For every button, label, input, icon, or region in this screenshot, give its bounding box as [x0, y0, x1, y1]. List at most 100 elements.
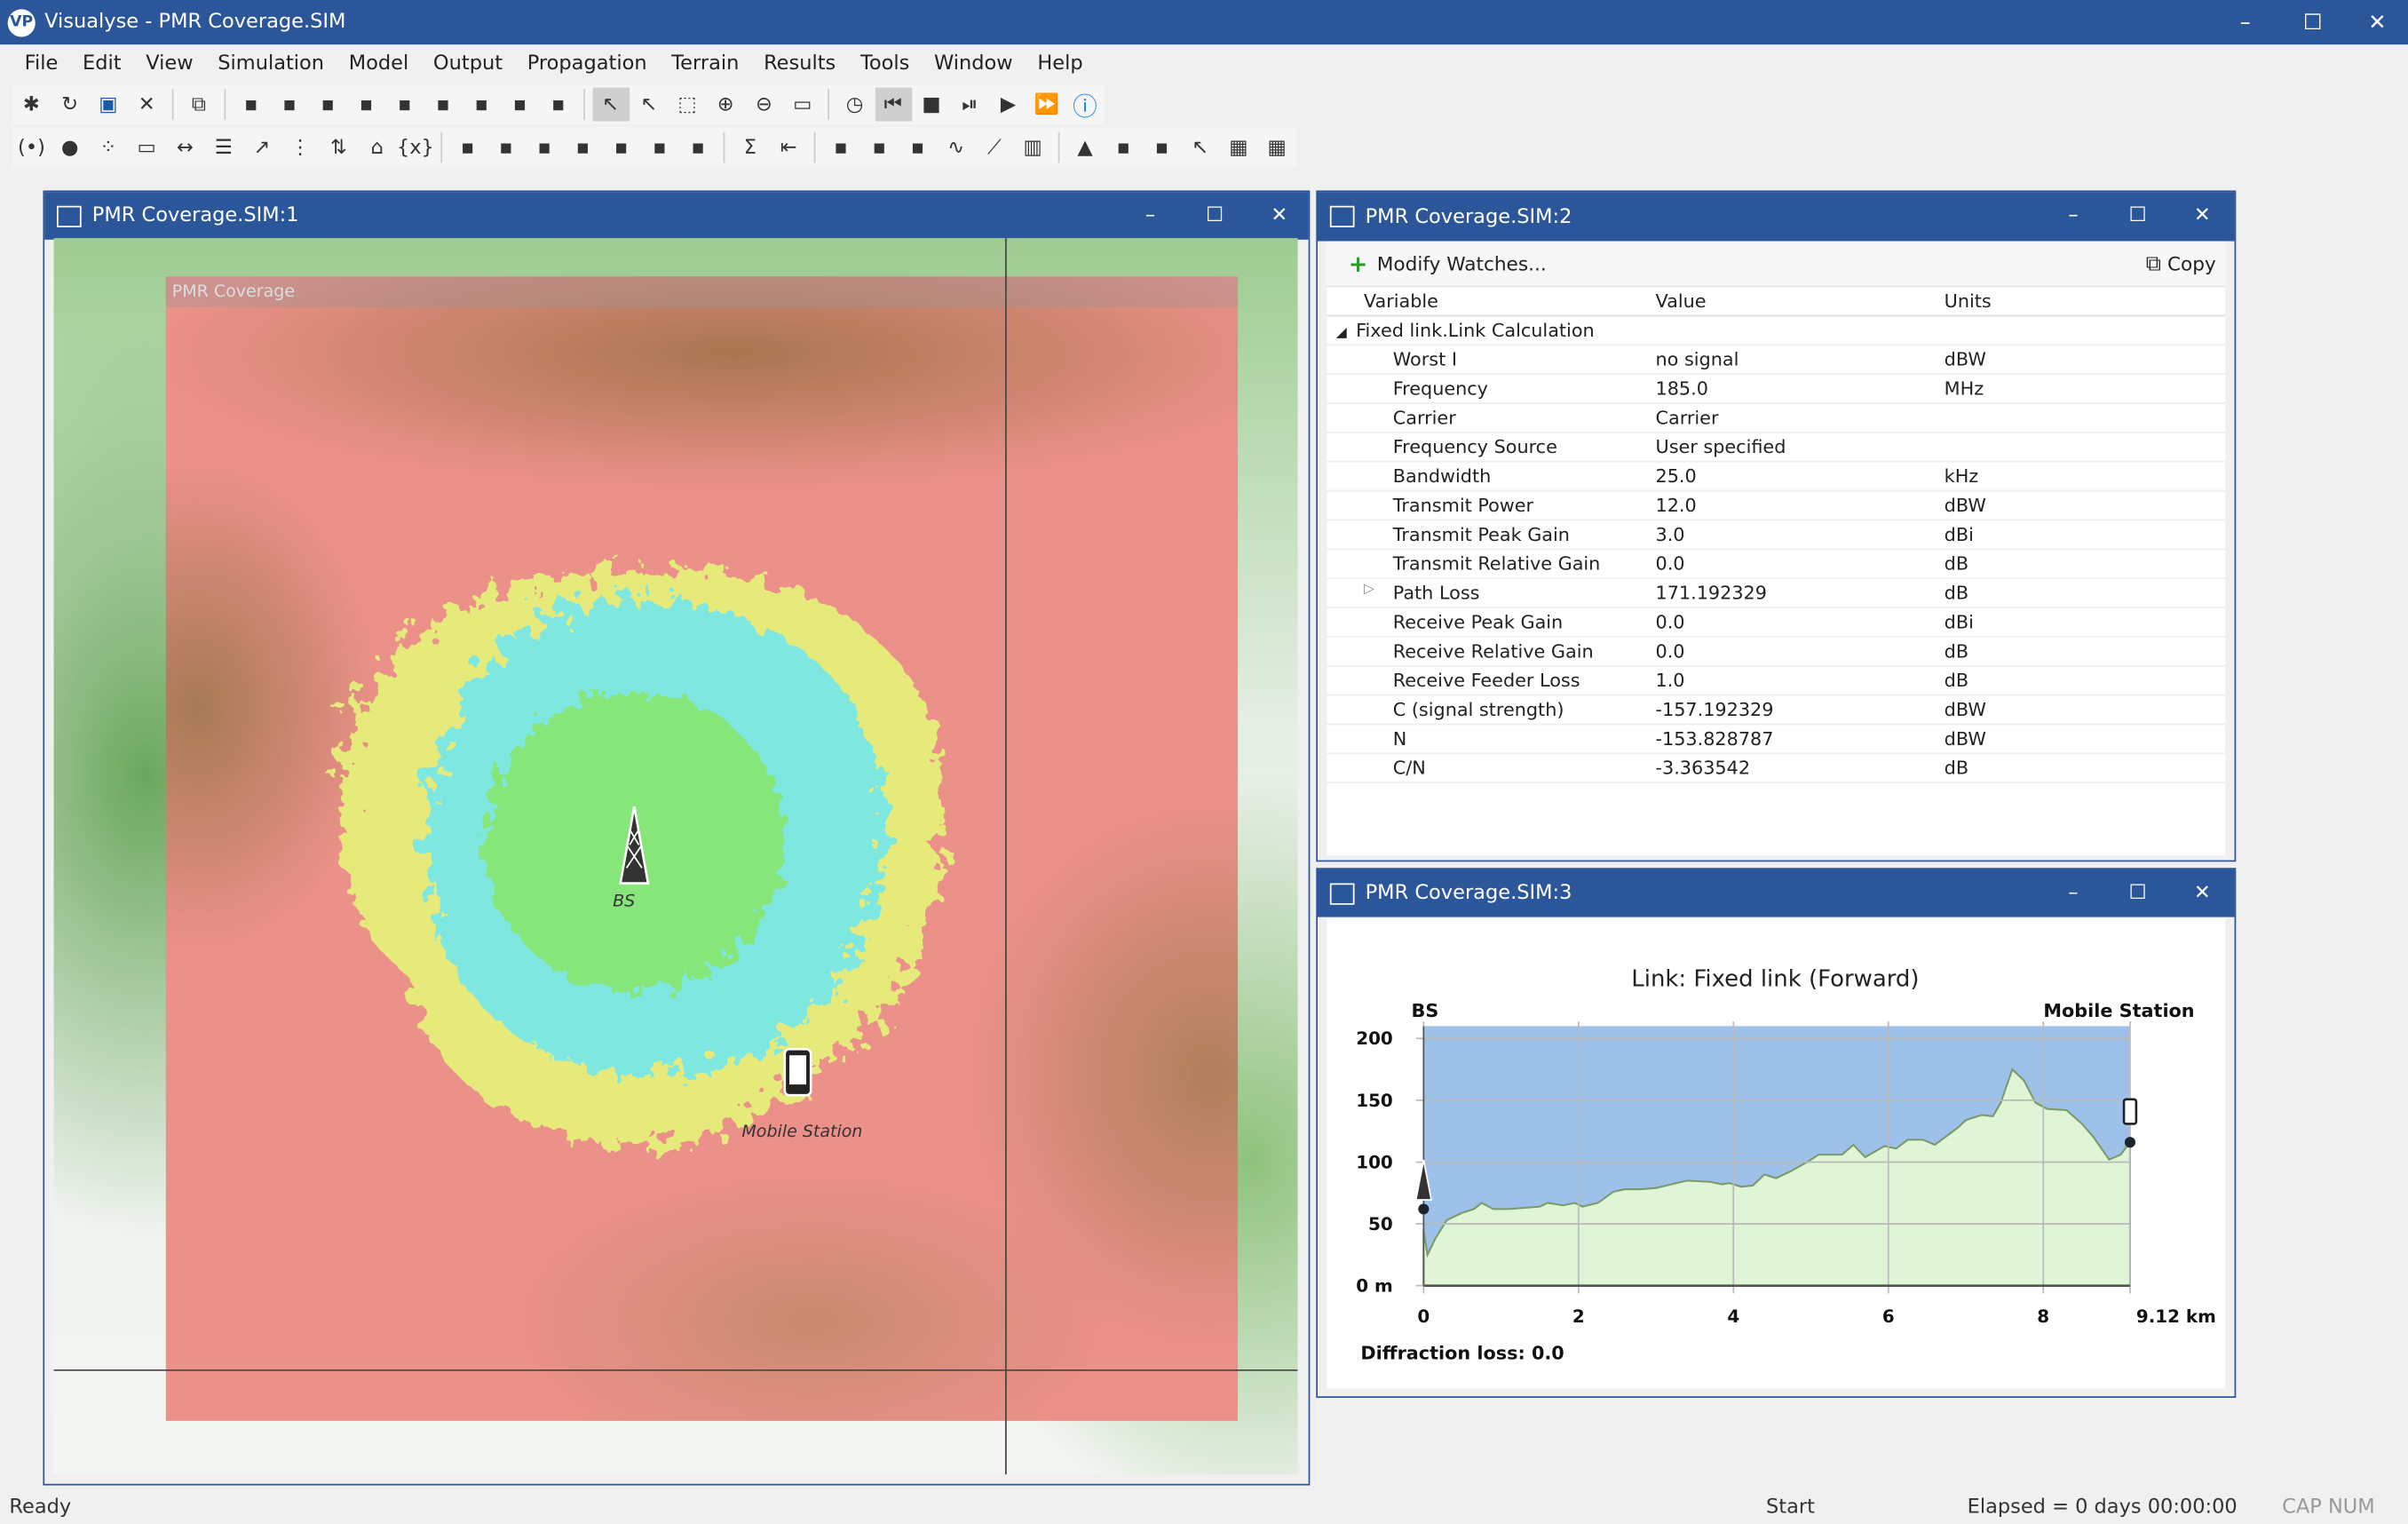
link-icon[interactable]: ↔: [167, 131, 204, 164]
terminal-icon[interactable]: ▪: [565, 131, 602, 164]
link-tree-icon[interactable]: ▪: [348, 88, 385, 122]
menu-terrain[interactable]: Terrain: [659, 52, 751, 75]
table-row[interactable]: Receive Relative Gain 0.0 dB: [1327, 638, 2226, 667]
table-row[interactable]: Worst I no signal dBW: [1327, 345, 2226, 376]
table-row[interactable]: Transmit Peak Gain 3.0 dBi: [1327, 520, 2226, 551]
menu-propagation[interactable]: Propagation: [515, 52, 660, 75]
stop-icon[interactable]: ■: [913, 88, 950, 122]
save-icon[interactable]: ▣: [90, 88, 127, 122]
antenna-window-icon[interactable]: ▪: [386, 88, 424, 122]
close-button[interactable]: ✕: [2172, 192, 2233, 240]
clock-icon[interactable]: ◷: [836, 88, 874, 122]
info-icon[interactable]: ⓘ: [1066, 88, 1104, 122]
propagation-window-icon[interactable]: ▪: [233, 88, 270, 122]
plot-window-icon[interactable]: ▪: [540, 88, 577, 122]
fast-forward-icon[interactable]: ⏩: [1028, 88, 1065, 122]
modify-watches-button[interactable]: Modify Watches...: [1377, 252, 1547, 275]
select-station-icon[interactable]: ↖: [630, 88, 668, 122]
column-header-variable[interactable]: Variable: [1327, 290, 1649, 312]
table-row[interactable]: C (signal strength) -157.192329 dBW: [1327, 696, 2226, 726]
minimize-button[interactable]: –: [2212, 0, 2279, 44]
map-window-titlebar[interactable]: PMR Coverage.SIM:1 – ☐ ✕: [44, 192, 1310, 240]
terrain-window-icon[interactable]: ▪: [424, 88, 462, 122]
minimize-button[interactable]: –: [1120, 192, 1181, 240]
carrier-icon[interactable]: ↗: [243, 131, 281, 164]
maximize-button[interactable]: ☐: [2107, 869, 2168, 917]
variable-icon[interactable]: {x}: [397, 131, 434, 164]
terrain-link-icon[interactable]: ⌂: [359, 131, 396, 164]
table-row[interactable]: Receive Peak Gain 0.0 dBi: [1327, 608, 2226, 638]
table-row[interactable]: Frequency Source User specified: [1327, 433, 2226, 463]
victim-icon[interactable]: ▪: [679, 131, 717, 164]
add-coverage-icon[interactable]: ▪: [899, 131, 937, 164]
coverage-map[interactable]: PMR Coverage BS Mobile Station: [53, 238, 1298, 1475]
model-window-icon[interactable]: ▪: [271, 88, 308, 122]
terrain-profile-icon[interactable]: ▲: [1066, 131, 1104, 164]
copy-button[interactable]: ⧉ Copy: [2146, 251, 2216, 276]
menu-model[interactable]: Model: [337, 52, 421, 75]
fixed-station-icon[interactable]: ▪: [449, 131, 487, 164]
close-button[interactable]: ✕: [2172, 869, 2233, 917]
rewind-icon[interactable]: ⏮: [875, 87, 912, 122]
select-area-icon[interactable]: ⬚: [669, 88, 706, 122]
swap-icon[interactable]: ⇅: [321, 131, 358, 164]
define-icon[interactable]: ⇤: [770, 131, 807, 164]
maximize-button[interactable]: ☐: [2107, 192, 2168, 240]
close-button[interactable]: ✕: [1248, 192, 1310, 240]
menu-file[interactable]: File: [12, 52, 70, 75]
route-icon[interactable]: ↖: [1182, 131, 1219, 164]
menu-results[interactable]: Results: [751, 52, 848, 75]
menu-edit[interactable]: Edit: [70, 52, 133, 75]
column-header-value[interactable]: Value: [1650, 290, 1938, 312]
coverage-icon[interactable]: ▪: [860, 131, 898, 164]
new-icon[interactable]: ✱: [13, 88, 51, 122]
maximize-button[interactable]: ☐: [1184, 192, 1246, 240]
table-row[interactable]: Transmit Power 12.0 dBW: [1327, 491, 2226, 521]
interferer-icon[interactable]: ▪: [641, 131, 678, 164]
table-row[interactable]: Carrier Carrier: [1327, 404, 2226, 433]
group-row[interactable]: ◢ Fixed link.Link Calculation: [1327, 316, 2226, 346]
step-icon[interactable]: ⏯: [951, 88, 988, 122]
select-pointer-icon[interactable]: ↖: [591, 87, 630, 122]
minimize-button[interactable]: –: [2042, 192, 2103, 240]
station-icon[interactable]: (•): [13, 131, 51, 164]
copy-icon[interactable]: ⧉: [180, 88, 218, 122]
zoom-100-icon[interactable]: ▭: [784, 88, 821, 122]
point-icon[interactable]: ●: [51, 131, 89, 164]
add-path-icon[interactable]: ▪: [1144, 131, 1181, 164]
histogram-icon[interactable]: ▥: [1014, 131, 1051, 164]
zoom-out-icon[interactable]: ⊖: [746, 88, 783, 122]
maximize-button[interactable]: ☐: [2279, 0, 2347, 44]
multi-link-icon[interactable]: ☰: [205, 131, 242, 164]
table-row[interactable]: Frequency 185.0 MHz: [1327, 375, 2226, 404]
menu-help[interactable]: Help: [1026, 52, 1096, 75]
close-file-icon[interactable]: ✕: [128, 88, 165, 122]
network-icon[interactable]: ⋮: [281, 131, 319, 164]
collapse-icon[interactable]: ◢: [1336, 326, 1347, 341]
add-grid-icon[interactable]: ▦: [1220, 131, 1257, 164]
ccdf-icon[interactable]: ⟋: [976, 131, 1013, 164]
watch-window-titlebar[interactable]: PMR Coverage.SIM:2 – ☐ ✕: [1317, 192, 2235, 242]
column-header-units[interactable]: Units: [1938, 290, 2214, 312]
close-button[interactable]: ✕: [2343, 0, 2408, 44]
watch-icon[interactable]: ▪: [822, 131, 859, 164]
menu-window[interactable]: Window: [922, 52, 1025, 75]
mobile-station-icon[interactable]: ▪: [487, 131, 525, 164]
table-row[interactable]: Receive Feeder Loss 1.0 dB: [1327, 667, 2226, 696]
globe-window-icon[interactable]: ▪: [310, 88, 347, 122]
sum-icon[interactable]: Σ: [732, 131, 769, 164]
open-icon[interactable]: ↻: [51, 88, 89, 122]
table-row[interactable]: C/N -3.363542 dB: [1327, 754, 2226, 784]
chart-window-icon[interactable]: ▪: [502, 88, 539, 122]
profile-window-titlebar[interactable]: PMR Coverage.SIM:3 – ☐ ✕: [1317, 869, 2235, 917]
group-icon[interactable]: ⁘: [90, 131, 127, 164]
table-row[interactable]: Transmit Relative Gain 0.0 dB: [1327, 550, 2226, 580]
expand-icon[interactable]: ▷: [1364, 583, 1374, 598]
menu-view[interactable]: View: [133, 52, 205, 75]
grid-icon[interactable]: ▦: [1258, 131, 1295, 164]
minimize-button[interactable]: –: [2042, 869, 2103, 917]
menu-output[interactable]: Output: [421, 52, 515, 75]
mobile-path-icon[interactable]: ▪: [526, 131, 563, 164]
zoom-in-icon[interactable]: ⊕: [707, 88, 744, 122]
play-icon[interactable]: ▶: [990, 88, 1027, 122]
